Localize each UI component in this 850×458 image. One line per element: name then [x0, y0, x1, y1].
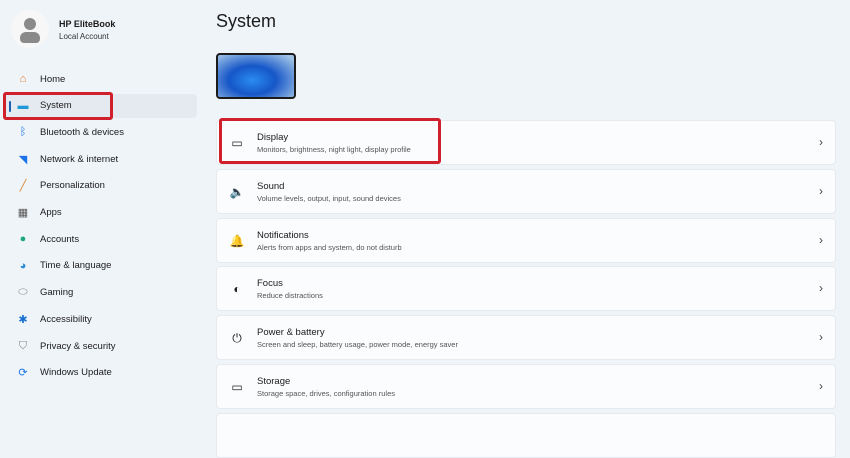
chevron-right-icon: › [819, 135, 823, 149]
sidebar-item-label: Home [40, 73, 66, 85]
person-icon: ● [19, 233, 27, 246]
power-icon: ⏻ [232, 330, 242, 345]
card-subtitle: Screen and sleep, battery usage, power m… [257, 340, 458, 350]
bell-icon: 🔔 [229, 233, 245, 248]
card-title: Power & battery [257, 327, 325, 339]
card-subtitle: Volume levels, output, input, sound devi… [257, 193, 401, 203]
sidebar-item-accounts[interactable]: ● Accounts [4, 227, 197, 251]
highlight-system [3, 92, 113, 120]
chevron-right-icon: › [819, 281, 823, 296]
sidebar-item-label: Privacy & security [40, 340, 116, 352]
sidebar-item-label: Windows Update [40, 367, 112, 379]
sidebar-item-bluetooth-devices[interactable]: ᛒ Bluetooth & devices [4, 120, 197, 144]
desktop-wallpaper-thumbnail [216, 53, 296, 99]
globe-clock-icon: ◕ [19, 259, 27, 272]
sidebar-item-personalization[interactable]: ╱ Personalization [4, 174, 197, 198]
settings-card-partial[interactable] [216, 413, 836, 458]
sidebar-item-time-language[interactable]: ◕ Time & language [4, 254, 197, 278]
sidebar: HP EliteBook Local Account ⌂ Home ▬ System ᛒ… [0, 0, 205, 416]
storage-icon: ▭ [231, 380, 243, 394]
card-subtitle: Storage space, drives, configuration rul… [257, 389, 395, 398]
settings-card-focus[interactable]: ◐ Focus Reduce distractions › [216, 266, 836, 312]
sidebar-item-network-internet[interactable]: ◥ Network & internet [4, 147, 197, 171]
sidebar-item-gaming[interactable]: ⬭ Gaming [4, 281, 197, 305]
sidebar-item-label: Network & internet [40, 153, 119, 165]
chevron-right-icon: › [819, 183, 823, 198]
bluetooth-icon: ᛒ [19, 126, 27, 139]
accessibility-icon: ✱ [18, 313, 28, 326]
avatar[interactable] [11, 10, 49, 48]
user-name: HP EliteBook [59, 19, 116, 29]
sidebar-item-label: Accessibility [40, 313, 92, 325]
sidebar-item-home[interactable]: ⌂ Home [4, 67, 197, 91]
highlight-display [219, 118, 441, 164]
sidebar-item-privacy-security[interactable]: ⛉ Privacy & security [4, 334, 197, 358]
sidebar-item-label: Time & language [40, 260, 112, 272]
card-title: Focus [257, 278, 283, 290]
settings-card-sound[interactable]: 🔈 Sound Volume levels, output, input, soun… [216, 168, 836, 214]
card-title: Storage [257, 376, 291, 387]
sidebar-item-label: Bluetooth & devices [40, 126, 124, 138]
chevron-right-icon: › [819, 232, 823, 247]
card-title: Sound [257, 180, 285, 192]
sidebar-item-accessibility[interactable]: ✱ Accessibility [4, 307, 197, 331]
page-title: System [216, 11, 277, 31]
card-subtitle: Reduce distractions [257, 291, 323, 301]
card-subtitle: Alerts from apps and system, do not dist… [257, 242, 402, 252]
settings-card-storage[interactable]: ▭ Storage Storage space, drives, configura… [216, 364, 836, 409]
sidebar-item-label: Accounts [40, 233, 80, 245]
settings-card-power-battery[interactable]: ⏻ Power & battery Screen and sleep, batter… [216, 315, 836, 361]
account-type: Local Account [59, 32, 109, 41]
card-title: Notifications [257, 229, 309, 241]
brush-icon: ╱ [19, 180, 27, 193]
speaker-icon: 🔈 [229, 184, 245, 199]
apps-icon: ▦ [17, 207, 29, 219]
sidebar-item-windows-update[interactable]: ⟳ Windows Update [4, 361, 197, 385]
sidebar-item-label: Apps [40, 207, 62, 218]
settings-card-notifications[interactable]: 🔔 Notifications Alerts from apps and syste… [216, 217, 836, 263]
sidebar-item-apps[interactable]: ▦ Apps [4, 201, 197, 225]
shield-icon: ⛉ [18, 339, 28, 352]
chevron-right-icon: › [819, 379, 823, 393]
sidebar-item-label: Personalization [40, 180, 105, 192]
gamepad-icon: ⬭ [18, 286, 28, 299]
update-icon: ⟳ [18, 367, 28, 380]
home-icon: ⌂ [19, 73, 27, 85]
focus-icon: ◐ [233, 282, 241, 297]
chevron-right-icon: › [819, 330, 823, 345]
sidebar-item-label: Gaming [40, 287, 74, 299]
wifi-icon: ◥ [18, 153, 28, 166]
